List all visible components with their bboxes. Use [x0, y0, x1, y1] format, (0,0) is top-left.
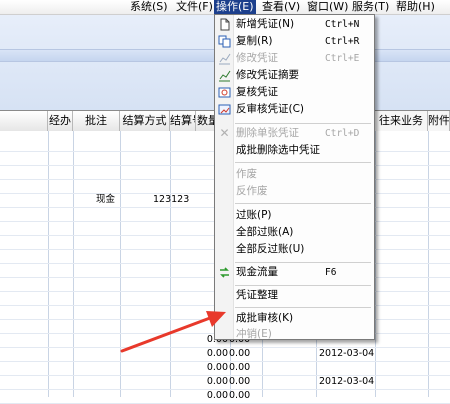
- cell-amount: 0.00: [229, 376, 251, 387]
- menu-item-organize-vouchers[interactable]: 凭证整理: [215, 287, 374, 304]
- cell-quantity: 0.00: [206, 362, 228, 373]
- menu-item-label: 复核凭证: [236, 86, 278, 98]
- menu-item-label: 现金流量: [236, 266, 278, 278]
- menu-system[interactable]: 系统(S): [130, 0, 168, 14]
- menu-item-label: 修改凭证: [236, 52, 278, 64]
- menu-bar: 系统(S) 文件(F) 操作(E) 查看(V) 窗口(W) 服务(T) 帮助(H…: [0, 0, 450, 15]
- cash-flow-icon: [220, 267, 229, 278]
- menu-item-void[interactable]: 作废: [215, 166, 374, 183]
- cell-date: 2012-03-04: [319, 376, 375, 387]
- menu-item-label: 冲销(E): [236, 328, 272, 340]
- menu-item-label: 成批删除选中凭证: [236, 144, 320, 156]
- menu-item-edit-summary[interactable]: 修改凭证摘要: [215, 67, 374, 84]
- table-row[interactable]: 0.000.00: [0, 361, 450, 375]
- menu-item-label: 凭证整理: [236, 289, 278, 301]
- menu-separator: [235, 162, 371, 163]
- cell-quantity: 0.00: [206, 376, 228, 387]
- menu-item-label: 删除单张凭证: [236, 127, 299, 139]
- menu-separator: [235, 203, 371, 204]
- menu-item-delete-voucher[interactable]: ✕ 删除单张凭证 Ctrl+D: [215, 125, 374, 142]
- menu-item-unvoid[interactable]: 反作废: [215, 183, 374, 200]
- menu-item-batch-delete[interactable]: 成批删除选中凭证: [215, 142, 374, 159]
- menu-item-label: 复制(R): [236, 35, 273, 47]
- menu-view[interactable]: 查看(V): [262, 0, 300, 14]
- header-quantity[interactable]: 数量: [196, 111, 216, 131]
- menu-item-label: 成批审核(K): [236, 312, 294, 324]
- header-note[interactable]: 批注: [73, 111, 120, 131]
- new-doc-icon: [220, 18, 230, 31]
- menu-item-label: 反审核凭证(C): [236, 103, 305, 115]
- menu-item-shortcut: Ctrl+D: [325, 128, 360, 139]
- edit-summary-icon: [219, 70, 231, 82]
- menu-item-cash-flow[interactable]: 现金流量 F6: [215, 264, 374, 281]
- operation-dropdown-menu: 新增凭证(N) Ctrl+N 复制(R) Ctrl+R 修改凭证 Ctrl+E …: [214, 14, 375, 340]
- delete-x-icon: ✕: [219, 126, 230, 140]
- menu-help[interactable]: 帮助(H): [396, 0, 435, 14]
- menu-item-new-voucher[interactable]: 新增凭证(N) Ctrl+N: [215, 16, 374, 33]
- menu-item-shortcut: F6: [325, 267, 337, 278]
- menu-item-label: 新增凭证(N): [236, 18, 295, 30]
- header-blank: [0, 111, 48, 131]
- menu-item-batch-audit[interactable]: 成批审核(K): [215, 310, 374, 327]
- header-settle-no[interactable]: 结算号: [170, 111, 196, 131]
- cell-amount: 0.00: [229, 390, 251, 401]
- cell-amount: 0.00: [229, 348, 251, 359]
- menu-separator: [235, 285, 371, 286]
- menu-item-label: 全部过账(A): [236, 226, 294, 238]
- menu-separator: [235, 262, 371, 263]
- table-row[interactable]: 0.00 0.00 2012-03-04: [0, 375, 450, 389]
- cell-quantity: 0.00: [206, 390, 228, 401]
- menu-item-shortcut: Ctrl+R: [325, 36, 360, 47]
- header-settle-method[interactable]: 结算方式: [120, 111, 170, 131]
- menu-item-reverse[interactable]: 冲销(E): [215, 326, 374, 343]
- cell-quantity: 0.00: [206, 348, 228, 359]
- copy-icon: [218, 35, 231, 48]
- menu-item-unpost-all[interactable]: 全部反过账(U): [215, 241, 374, 258]
- menu-item-review-voucher[interactable]: 复核凭证: [215, 84, 374, 101]
- cell-date: 2012-03-04: [319, 348, 375, 359]
- menu-item-post-all[interactable]: 全部过账(A): [215, 224, 374, 241]
- table-row[interactable]: 0.00 0.00 2012-03-04: [0, 347, 450, 361]
- menu-separator: [235, 123, 371, 124]
- menu-item-label: 反作废: [236, 185, 268, 197]
- menu-item-unaudit-voucher[interactable]: 反审核凭证(C): [215, 101, 374, 118]
- header-handler[interactable]: 经办: [48, 111, 73, 131]
- edit-chart-icon: [219, 53, 231, 65]
- menu-service[interactable]: 服务(T): [352, 0, 389, 14]
- menu-item-post[interactable]: 过账(P): [215, 207, 374, 224]
- menu-item-label: 全部反过账(U): [236, 243, 305, 255]
- menu-separator: [235, 307, 371, 308]
- menu-file[interactable]: 文件(F): [176, 0, 213, 14]
- unaudit-icon: [218, 104, 231, 115]
- menu-item-edit-voucher[interactable]: 修改凭证 Ctrl+E: [215, 50, 374, 67]
- menu-window[interactable]: 窗口(W): [307, 0, 348, 14]
- cell-amount: 0.00: [229, 362, 251, 373]
- table-row[interactable]: 0.000.00: [0, 389, 450, 403]
- menu-item-label: 过账(P): [236, 209, 272, 221]
- header-business[interactable]: 往来业务: [375, 111, 428, 131]
- menu-item-shortcut: Ctrl+N: [325, 19, 360, 30]
- cell-settle-no: 123123: [153, 194, 190, 205]
- menu-operation[interactable]: 操作(E): [214, 0, 256, 14]
- menu-item-label: 作废: [236, 168, 257, 180]
- review-icon: [218, 87, 231, 98]
- menu-item-label: 修改凭证摘要: [236, 69, 299, 81]
- menu-item-copy[interactable]: 复制(R) Ctrl+R: [215, 33, 374, 50]
- cell-settle-method: 现金: [96, 194, 116, 205]
- header-attachment[interactable]: 附件: [428, 111, 450, 131]
- menu-item-shortcut: Ctrl+E: [325, 53, 360, 64]
